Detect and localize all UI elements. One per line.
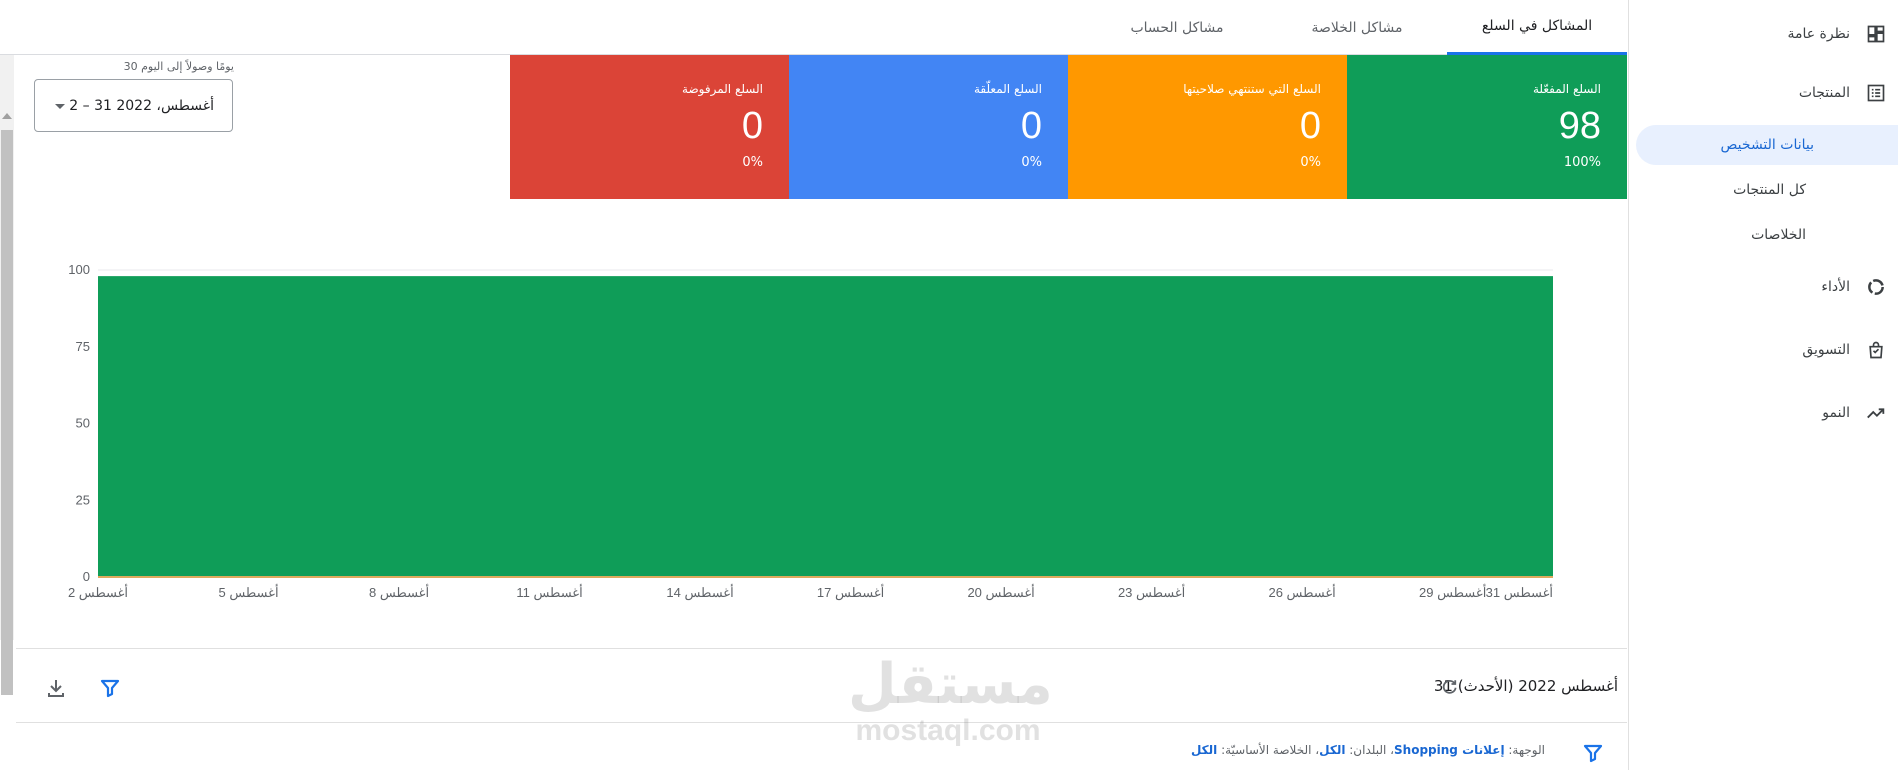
- card-percent: 0%: [1300, 155, 1321, 170]
- x-tick-label: 26 أغسطس: [1268, 584, 1335, 601]
- sidebar: نظرة عامة المنتجات بيانات التشخيص كل الم…: [1628, 0, 1898, 770]
- items-chart: 0 25 50 75 100 2 أغسطس 5 أغسطس 8 أغسطس 11 أغسطس 1…: [50, 250, 1570, 610]
- sidebar-item-growth[interactable]: النمو: [1628, 393, 1898, 433]
- card-value: 0: [1299, 105, 1321, 147]
- date-range-value: 2 – 31 أغسطس، 2022: [69, 97, 214, 114]
- scrollbar[interactable]: [0, 55, 14, 695]
- sidebar-item-overview[interactable]: نظرة عامة: [1628, 14, 1898, 54]
- sidebar-subitem-feeds[interactable]: الخلاصات: [1628, 215, 1898, 255]
- card-title: السلع المفعّلة: [1532, 82, 1601, 96]
- shopping-bag-icon: [1864, 338, 1888, 362]
- filter-icon[interactable]: [98, 676, 122, 700]
- donut-icon: [1864, 275, 1888, 299]
- card-title: السلع التي ستنتهي صلاحيتها: [1183, 82, 1321, 96]
- card-value: 0: [1020, 105, 1042, 147]
- card-active-items[interactable]: السلع المفعّلة 98 100%: [1347, 55, 1627, 199]
- sidebar-item-products[interactable]: المنتجات: [1628, 73, 1898, 113]
- card-percent: 0%: [742, 155, 763, 170]
- card-percent: 0%: [1021, 155, 1042, 170]
- trending-up-icon: [1864, 401, 1888, 425]
- y-tick-label: 50: [76, 416, 90, 431]
- x-tick-label: 11 أغسطس: [516, 584, 582, 601]
- scroll-up-arrow-icon[interactable]: [2, 113, 12, 119]
- filter-value: الكل: [1319, 743, 1346, 757]
- card-title: السلع المعلّقة: [973, 82, 1042, 96]
- filter-value: الكل: [1190, 743, 1218, 757]
- series-area: [98, 276, 1553, 577]
- dropdown-caret-icon: [55, 104, 65, 109]
- sidebar-item-label: النمو: [1822, 405, 1850, 421]
- x-tick-label: 2 أغسطس: [68, 584, 128, 601]
- sidebar-item-performance[interactable]: الأداء: [1628, 267, 1898, 307]
- card-value: 0: [741, 105, 763, 147]
- scrollbar-thumb[interactable]: [1, 130, 13, 695]
- sidebar-subitem-label: كل المنتجات: [1733, 182, 1806, 198]
- x-tick-label: 14 أغسطس: [666, 584, 733, 601]
- sidebar-item-marketing[interactable]: التسويق: [1628, 330, 1898, 370]
- sidebar-subitem-label: الخلاصات: [1751, 227, 1806, 243]
- x-tick-label: 31 أغسطس: [1486, 584, 1553, 601]
- tab-bar: المشاكل في السلع مشاكل الخلاصة مشاكل الح…: [0, 0, 1627, 55]
- x-tick-label: 29 أغسطس: [1419, 584, 1486, 601]
- list-icon: [1864, 81, 1888, 105]
- tab-item-issues[interactable]: المشاكل في السلع: [1447, 0, 1627, 55]
- sidebar-subitem-label: بيانات التشخيص: [1720, 137, 1814, 153]
- date-range-select[interactable]: 2 – 31 أغسطس، 2022: [34, 79, 233, 132]
- card-pending-items[interactable]: السلع المعلّقة 0 0%: [789, 55, 1068, 199]
- filter-key: الوجهة:: [1504, 743, 1545, 757]
- sidebar-item-label: نظرة عامة: [1787, 26, 1850, 42]
- sidebar-item-label: المنتجات: [1798, 85, 1850, 101]
- x-tick-label: 20 أغسطس: [967, 584, 1034, 601]
- card-expiring-items[interactable]: السلع التي ستنتهي صلاحيتها 0 0%: [1068, 55, 1347, 199]
- filter-value: إعلانات Shopping: [1394, 743, 1505, 757]
- last-updated-date: 31 أغسطس 2022 (الأحدث): [1433, 677, 1618, 695]
- sidebar-item-label: التسويق: [1802, 342, 1850, 358]
- chart-svg: 0 25 50 75 100 2 أغسطس 5 أغسطس 8 أغسطس 11 أغسطس 1…: [68, 262, 1553, 601]
- x-tick-label: 23 أغسطس: [1118, 584, 1185, 601]
- x-tick-label: 17 أغسطس: [817, 584, 884, 601]
- card-disapproved-items[interactable]: السلع المرفوضة 0 0%: [510, 55, 789, 199]
- watermark-url: mostaql.com: [855, 714, 1041, 747]
- watermark-text: مستقل: [848, 652, 1053, 717]
- sidebar-item-label: الأداء: [1821, 279, 1850, 295]
- filter-row: الوجهة: إعلانات Shopping، البلدان: الكل،…: [16, 735, 1627, 770]
- sidebar-subitem-diagnostics[interactable]: بيانات التشخيص: [1636, 125, 1898, 165]
- y-tick-label: 75: [76, 339, 90, 354]
- filter-summary[interactable]: الوجهة: إعلانات Shopping، البلدان: الكل،…: [1191, 743, 1545, 757]
- sidebar-subitem-all-products[interactable]: كل المنتجات: [1628, 170, 1898, 210]
- card-percent: 100%: [1563, 155, 1601, 170]
- refresh-icon[interactable]: [1441, 678, 1459, 696]
- card-title: السلع المرفوضة: [682, 82, 763, 96]
- card-value: 98: [1558, 105, 1601, 147]
- x-tick-label: 5 أغسطس: [218, 584, 278, 601]
- tab-account-issues[interactable]: مشاكل الحساب: [1087, 0, 1267, 55]
- y-tick-label: 25: [76, 492, 90, 507]
- x-tick-label: 8 أغسطس: [369, 584, 429, 601]
- filter-key: ، الخلاصة الأساسيّة:: [1217, 743, 1320, 757]
- filter-icon[interactable]: [1581, 741, 1605, 765]
- date-range-caption: 30 يومًا وصولاً إلى اليوم: [123, 60, 234, 73]
- filter-key: ، البلدان:: [1345, 743, 1395, 757]
- table-toolbar: 31 أغسطس 2022 (الأحدث): [16, 648, 1627, 723]
- tab-feed-issues[interactable]: مشاكل الخلاصة: [1267, 0, 1447, 55]
- dashboard-icon: [1864, 22, 1888, 46]
- y-tick-label: 0: [83, 569, 90, 584]
- download-icon[interactable]: [44, 676, 68, 700]
- watermark-logo: مستقل mostaql.com: [848, 652, 1053, 747]
- y-tick-label: 100: [68, 262, 90, 277]
